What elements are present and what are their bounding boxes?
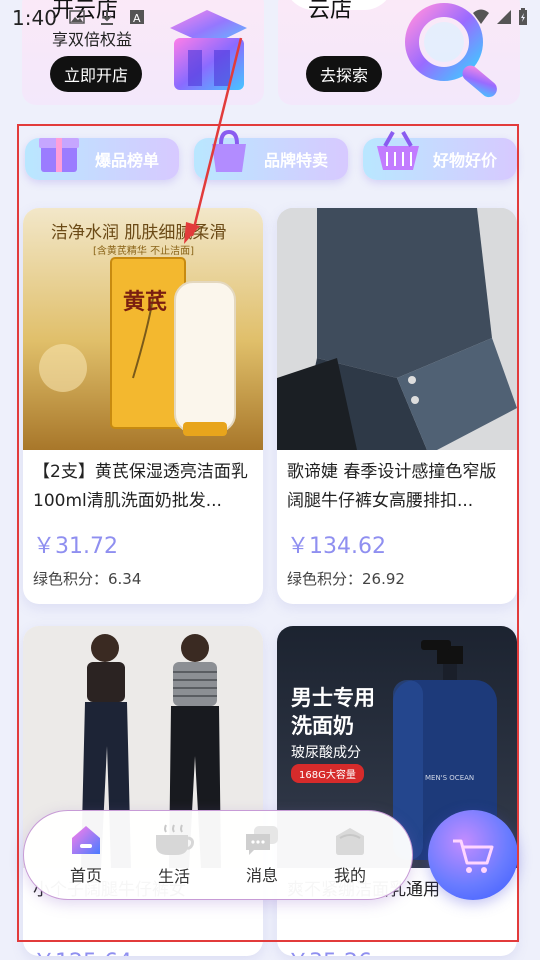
product-image[interactable]: 洁净水润 肌肤细腻柔滑 [含黄芪精华 不止洁面] 黄芪 — [23, 208, 263, 450]
promo-subtitle: 享双倍权益 — [52, 30, 133, 49]
product-title: 【2支】黄芪保湿透亮洁面乳100ml清肌洗面奶批发... — [33, 462, 248, 511]
image-headline-2: 洗面奶 — [291, 714, 354, 738]
shopping-bag-icon — [212, 129, 246, 172]
green-points: 绿色积分：6.34 — [33, 570, 142, 588]
bottom-nav: 首页 生活 消息 我的 — [23, 810, 413, 900]
image-sub: 玻尿酸成分 — [291, 745, 361, 761]
product-price: ￥125.64 — [33, 944, 132, 956]
product-image[interactable] — [277, 208, 517, 450]
product-card[interactable]: 洁净水润 肌肤细腻柔滑 [含黄芪精华 不止洁面] 黄芪 【2支】黄芪保湿透亮洁面… — [23, 208, 263, 604]
magnifier-illustration-icon — [405, 3, 497, 98]
cart-floating-button[interactable] — [428, 810, 518, 900]
green-points: 绿色积分：26.92 — [287, 570, 405, 588]
cup-icon — [156, 824, 194, 855]
image-badge: 168G大容量 — [291, 764, 364, 783]
nav-label: 消息 — [245, 866, 278, 885]
nav-label: 生活 — [157, 867, 190, 886]
category-label: 品牌特卖 — [263, 151, 328, 170]
category-hot-list[interactable]: 爆品榜单 — [25, 138, 179, 180]
promo-explore-card[interactable]: 云店 去探索 — [278, 0, 520, 105]
promo-title: 云店 — [308, 0, 353, 23]
category-label: 好物好价 — [432, 151, 497, 170]
open-store-button[interactable]: 立即开店 — [50, 56, 143, 92]
image-headline-1: 男士专用 — [291, 686, 375, 710]
nav-messages[interactable]: 消息 — [227, 824, 297, 886]
bottle-label: MEN'S OCEAN — [425, 774, 475, 782]
explore-button[interactable]: 去探索 — [306, 56, 383, 92]
profile-icon — [336, 828, 364, 855]
product-price: ￥35.26 — [287, 944, 372, 956]
message-icon — [246, 826, 278, 855]
product-title: 歌谛婕 春季设计感撞色窄版阔腿牛仔裤女高腰排扣... — [287, 462, 497, 511]
nav-profile[interactable]: 我的 — [315, 824, 385, 886]
nav-label: 我的 — [333, 866, 366, 885]
category-good-price[interactable]: 好物好价 — [363, 131, 517, 180]
image-headline: 洁净水润 肌肤细腻柔滑 — [51, 223, 227, 243]
product-card[interactable]: 歌谛婕 春季设计感撞色窄版阔腿牛仔裤女高腰排扣... ￥134.62 绿色积分：… — [277, 208, 517, 604]
product-price: ￥31.72 — [33, 534, 118, 559]
nav-home[interactable]: 首页 — [51, 824, 121, 886]
jeans-illustration — [277, 208, 517, 450]
nav-label: 首页 — [69, 866, 102, 885]
gift-box-icon — [39, 138, 79, 172]
nav-life[interactable]: 生活 — [139, 823, 209, 887]
image-tag: [含黄芪精华 不止洁面] — [93, 246, 194, 257]
promo-title: 开云店 — [52, 0, 119, 23]
promo-open-store-card[interactable]: 开云店 享双倍权益 立即开店 — [22, 0, 264, 105]
store-illustration-icon — [170, 10, 247, 90]
category-brand-sale[interactable]: 品牌特卖 — [194, 129, 348, 180]
image-brand: 黄芪 — [123, 289, 168, 315]
product-card[interactable]: 小个子阔腿牛仔裤女 ￥125.64 — [23, 626, 263, 956]
home-icon — [72, 826, 100, 854]
product-price: ￥134.62 — [287, 534, 386, 559]
product-card[interactable]: 男士专用 洗面奶 玻尿酸成分 168G大容量 MEN'S OCEAN 爽不紧绷洁… — [277, 626, 517, 956]
category-label: 爆品榜单 — [94, 151, 159, 170]
cart-icon — [453, 839, 494, 873]
basket-icon — [377, 131, 419, 170]
